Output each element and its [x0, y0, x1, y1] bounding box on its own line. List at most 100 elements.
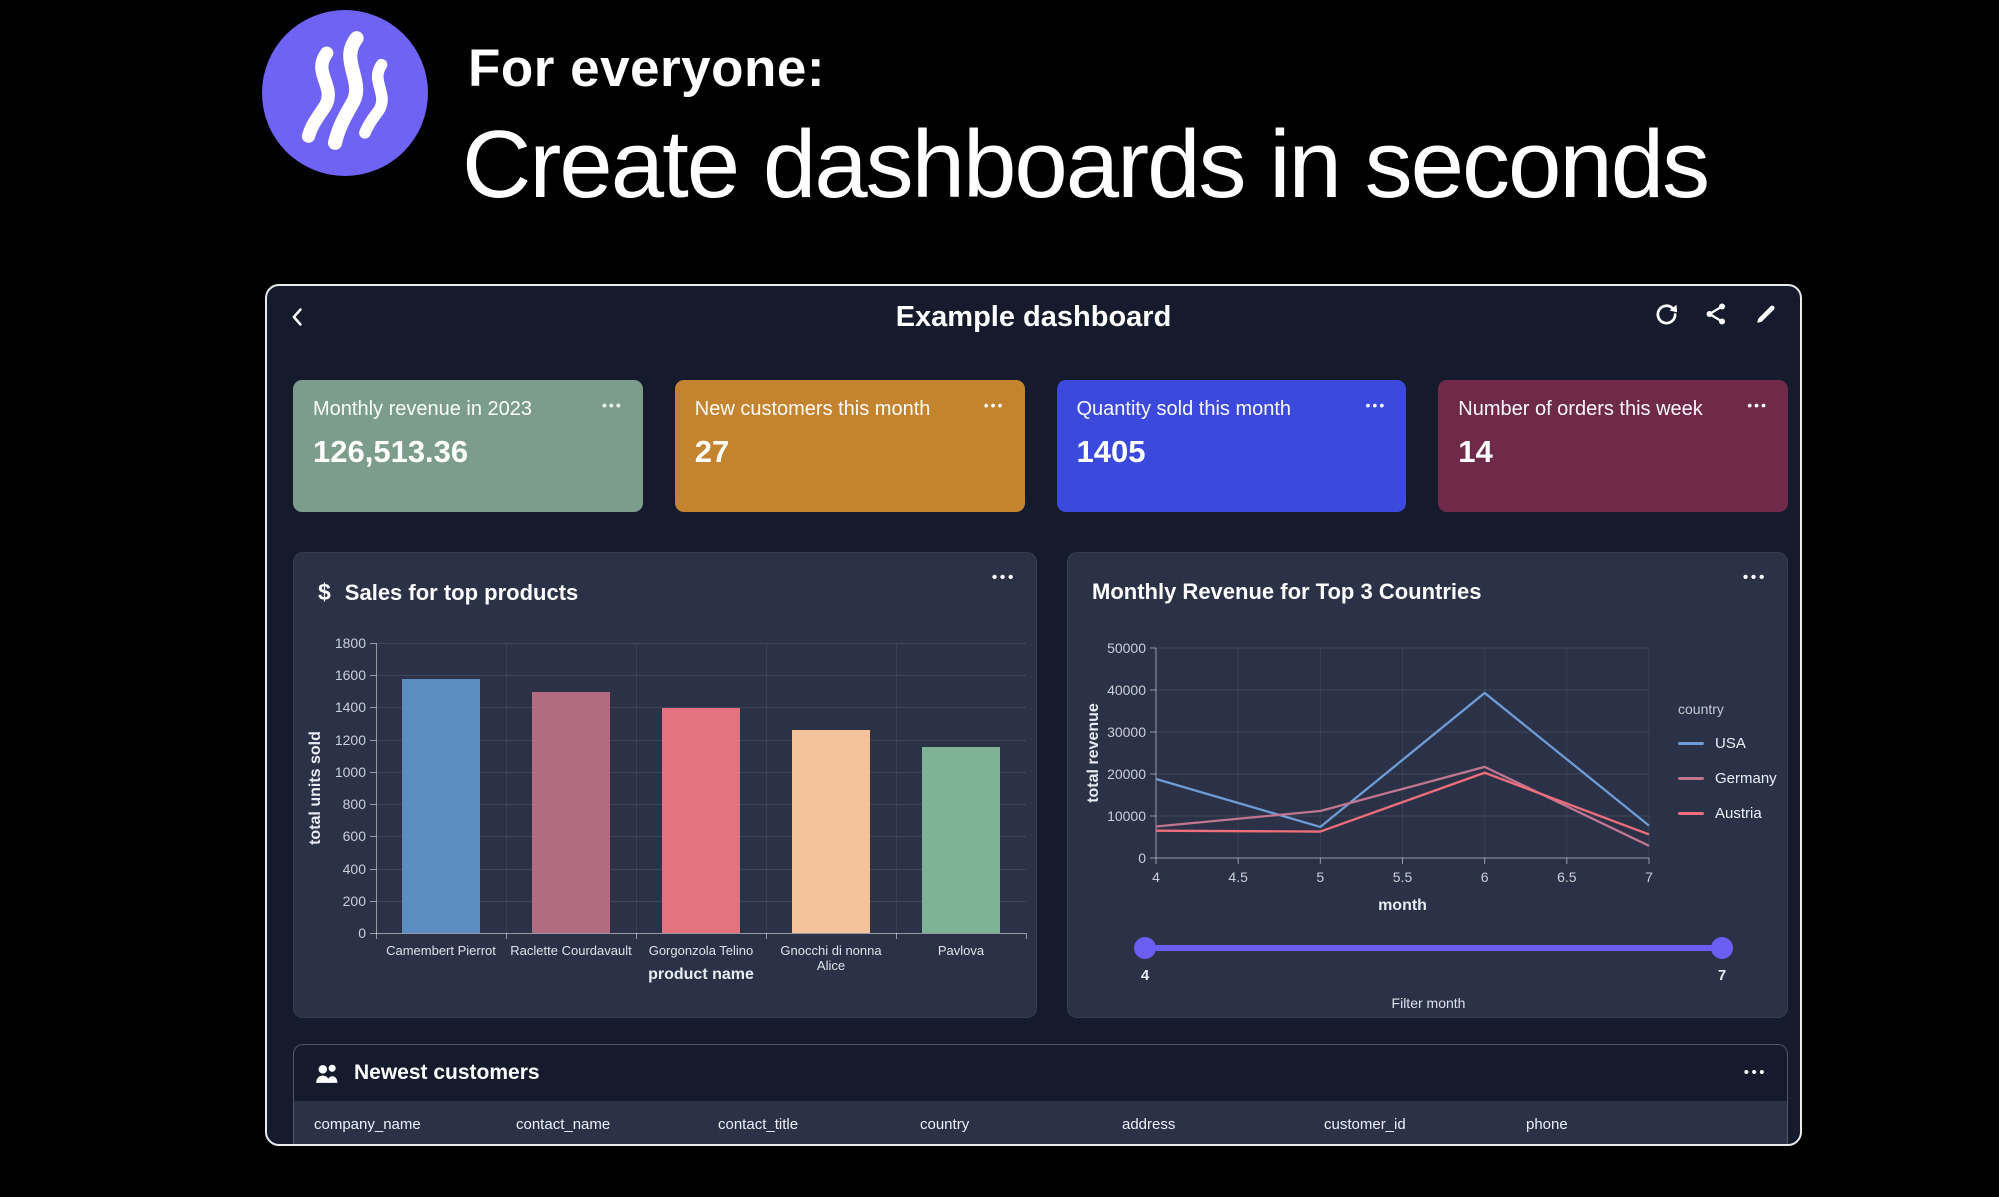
charts-row: $ Sales for top products ••• 0 200 400 600 8… — [293, 552, 1788, 1018]
legend-swatch — [1678, 742, 1704, 745]
x-tick — [766, 933, 767, 939]
y-axis-line — [376, 643, 377, 933]
kpi-title: Quantity sold this month — [1076, 398, 1292, 420]
x-tick — [376, 933, 377, 939]
legend-title: country — [1678, 701, 1724, 717]
x-category-label: Raclette Courdavault — [510, 943, 632, 958]
dashboard-window: Example dashboard Monthly revenue in 202… — [265, 284, 1802, 1146]
slider-max-label: 7 — [1717, 967, 1727, 984]
kpi-card-new-customers[interactable]: New customers this month ••• 27 — [674, 380, 1025, 512]
slider-min-label: 4 — [1140, 967, 1150, 984]
panel-menu-dots[interactable]: ••• — [1744, 1065, 1767, 1080]
x-tick-label: 5.5 — [1393, 869, 1413, 885]
column-header-company-name[interactable]: company_name — [314, 1116, 516, 1144]
x-tick-label: 7 — [1645, 869, 1653, 885]
customers-table-columns: company_name contact_name contact_title cou… — [294, 1101, 1787, 1144]
x-tick — [506, 933, 507, 939]
legend-label: Germany — [1715, 770, 1777, 787]
legend-swatch — [1678, 777, 1704, 780]
x-tick — [1026, 933, 1027, 939]
bar-camembert-pierrot[interactable] — [402, 679, 480, 933]
kpi-card-orders-week[interactable]: Number of orders this week ••• 14 — [1438, 380, 1788, 512]
y-axis-title: total revenue — [1085, 703, 1102, 803]
people-icon — [314, 1063, 341, 1084]
x-axis-title: product name — [648, 966, 754, 983]
x-axis-line — [376, 933, 1026, 934]
logo-circle — [262, 10, 428, 176]
refresh-button[interactable] — [1652, 300, 1680, 328]
y-tick — [370, 868, 376, 870]
x-category-label: Camembert Pierrot — [386, 943, 496, 958]
kpi-menu-dots[interactable]: ••• — [1366, 398, 1387, 412]
slider-caption: Filter month — [1391, 995, 1466, 1011]
bar-gorgonzola-telino[interactable] — [662, 708, 740, 933]
y-tick — [370, 675, 376, 677]
column-header-contact-title[interactable]: contact_title — [718, 1116, 920, 1144]
share-icon — [1704, 302, 1728, 326]
customers-table-panel: Newest customers ••• company_name contact… — [293, 1044, 1788, 1144]
kpi-value: 126,513.36 — [313, 434, 469, 469]
slider-track[interactable] — [1145, 945, 1722, 951]
x-category-label: Pavlova — [937, 943, 985, 958]
x-tick — [896, 933, 897, 939]
y-tick — [370, 836, 376, 838]
kpi-menu-dots[interactable]: ••• — [602, 398, 623, 412]
y-tick-label: 0 — [1138, 850, 1146, 866]
edit-button[interactable] — [1752, 300, 1780, 328]
column-header-country[interactable]: country — [920, 1116, 1122, 1144]
bar-chart-panel: $ Sales for top products ••• 0 200 400 600 8… — [293, 552, 1037, 1018]
kpi-card-monthly-revenue[interactable]: Monthly revenue in 2023 ••• 126,513.36 — [293, 380, 643, 512]
gridline-x — [766, 643, 767, 933]
bar-pavlova[interactable] — [922, 746, 1000, 933]
chart-legend: country USA Germany Austria — [1678, 701, 1777, 822]
column-header-address[interactable]: address — [1122, 1116, 1324, 1144]
y-tick — [370, 771, 376, 773]
hero-title: Create dashboards in seconds — [462, 111, 1710, 218]
gridline-x — [896, 643, 897, 933]
x-tick-label: 5 — [1316, 869, 1324, 885]
kpi-menu-dots[interactable]: ••• — [1747, 398, 1768, 412]
legend-item-austria[interactable]: Austria — [1678, 805, 1777, 822]
page: For everyone: Create dashboards in secon… — [0, 0, 1999, 1197]
x-tick-label: 6 — [1481, 869, 1489, 885]
y-tick — [370, 739, 376, 741]
customers-table-title: Newest customers — [354, 1061, 540, 1084]
flame-logo-icon — [262, 10, 428, 176]
window-header: Example dashboard — [267, 286, 1800, 348]
kpi-card-quantity-sold[interactable]: Quantity sold this month ••• 1405 — [1056, 380, 1407, 512]
gridline-x — [636, 643, 637, 933]
kpi-value: 27 — [694, 434, 730, 469]
customers-table-header: Newest customers ••• — [294, 1045, 1787, 1101]
refresh-icon — [1654, 302, 1679, 327]
hero-kicker: For everyone: — [468, 39, 826, 98]
legend-item-usa[interactable]: USA — [1678, 735, 1777, 752]
legend-swatch — [1678, 812, 1704, 815]
kpi-title: Monthly revenue in 2023 — [313, 398, 533, 420]
column-header-customer-id[interactable]: customer_id — [1324, 1116, 1526, 1144]
y-axis-title: total units sold — [307, 731, 324, 845]
kpi-value: 14 — [1458, 434, 1493, 469]
y-tick — [370, 900, 376, 902]
legend-item-germany[interactable]: Germany — [1678, 770, 1777, 787]
slider-handle-min[interactable] — [1134, 937, 1156, 959]
bar-gnocchi-di-nonna-alice[interactable] — [792, 730, 870, 933]
bar-chart-plot: 0 200 400 600 800 1000 1200 1400 1600 1800 Camembe… — [294, 553, 1036, 1017]
month-filter-slider: 4 7 Filter month — [1068, 931, 1787, 1015]
share-button[interactable] — [1702, 300, 1730, 328]
x-axis-title: month — [1378, 897, 1427, 914]
dashboard-title: Example dashboard — [895, 300, 1172, 333]
slider-handle-max[interactable] — [1711, 937, 1733, 959]
x-tick-label: 4.5 — [1228, 869, 1248, 885]
column-header-contact-name[interactable]: contact_name — [516, 1116, 718, 1144]
column-header-phone[interactable]: phone — [1526, 1116, 1728, 1144]
kpi-value: 1405 — [1076, 434, 1146, 469]
kpi-cards-row: Monthly revenue in 2023 ••• 126,513.36 Ne… — [293, 380, 1788, 512]
edit-pencil-icon — [1754, 302, 1778, 326]
kpi-menu-dots[interactable]: ••• — [984, 398, 1005, 412]
gridline-x — [506, 643, 507, 933]
gridline-y — [376, 675, 1026, 677]
bar-raclette-courdavault[interactable] — [532, 691, 610, 933]
y-tick — [370, 707, 376, 709]
y-tick — [370, 804, 376, 806]
x-tick-label: 4 — [1152, 869, 1160, 885]
